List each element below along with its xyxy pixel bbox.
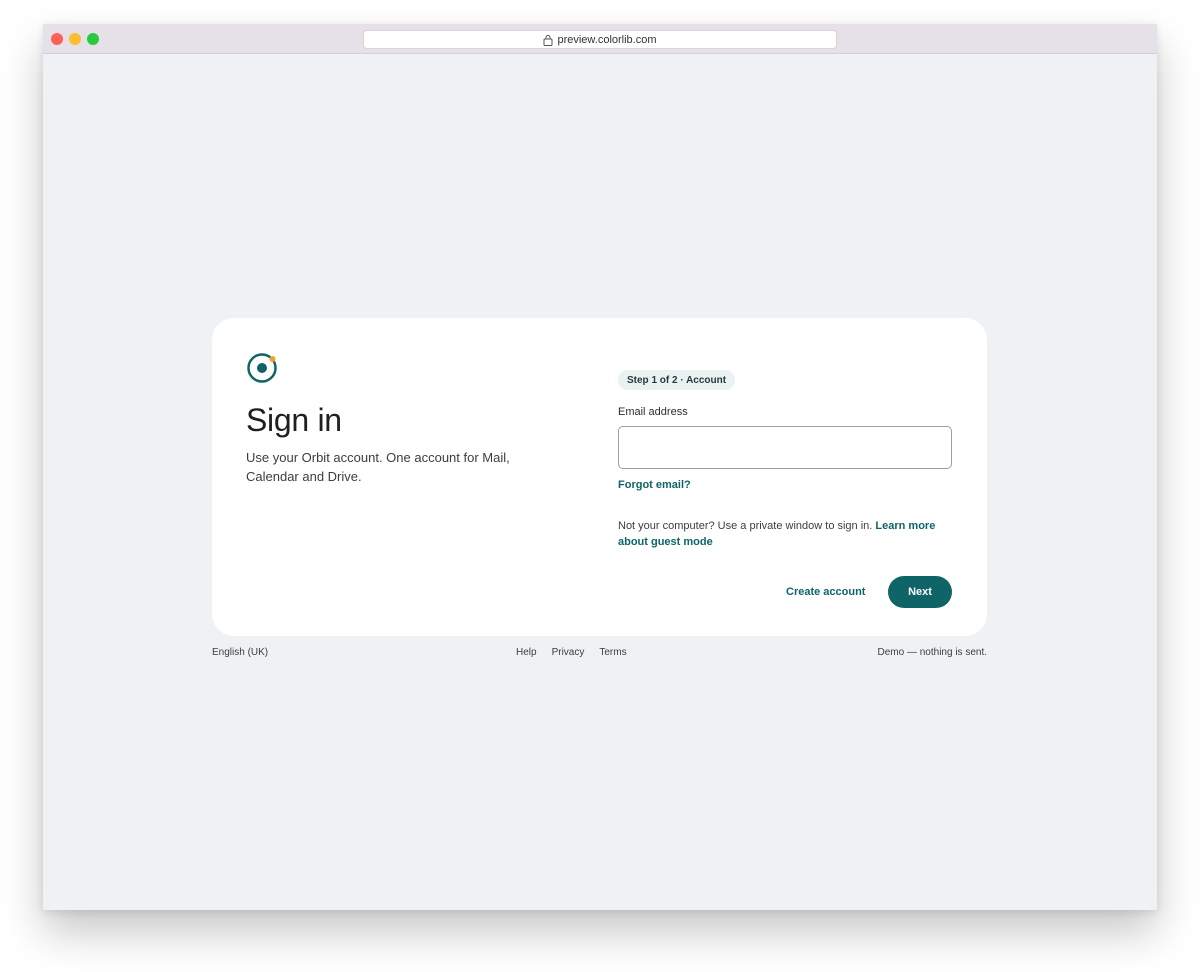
- minimize-window-button[interactable]: [69, 33, 81, 45]
- page-title: Sign in: [246, 402, 342, 438]
- browser-window: preview.colorlib.com Sign in Use your Or…: [43, 24, 1157, 910]
- terms-link[interactable]: Terms: [599, 647, 626, 658]
- close-window-button[interactable]: [51, 33, 63, 45]
- help-link[interactable]: Help: [516, 647, 537, 658]
- address-bar[interactable]: preview.colorlib.com: [363, 30, 837, 49]
- language-selector[interactable]: English (UK): [212, 647, 268, 658]
- email-label: Email address: [618, 406, 688, 418]
- privacy-link[interactable]: Privacy: [552, 647, 585, 658]
- create-account-button[interactable]: Create account: [786, 586, 865, 598]
- guest-mode-text: Not your computer? Use a private window …: [618, 520, 873, 532]
- forgot-email-link[interactable]: Forgot email?: [618, 479, 691, 491]
- orbit-logo-icon: [247, 353, 277, 383]
- maximize-window-button[interactable]: [87, 33, 99, 45]
- email-field[interactable]: [618, 426, 952, 469]
- url-text: preview.colorlib.com: [557, 33, 657, 46]
- demo-note: Demo — nothing is sent.: [877, 647, 988, 658]
- page-subtitle: Use your Orbit account. One account for …: [246, 450, 510, 484]
- guest-mode-notice: Not your computer? Use a private window …: [618, 518, 948, 550]
- lock-icon: [543, 34, 553, 46]
- title-bar: preview.colorlib.com: [43, 24, 1157, 54]
- next-button[interactable]: Next: [888, 576, 952, 608]
- footer-links: Help Privacy Terms: [516, 647, 627, 658]
- step-badge: Step 1 of 2 · Account: [618, 370, 736, 390]
- sign-in-card: Sign in Use your Orbit account. One acco…: [212, 318, 987, 636]
